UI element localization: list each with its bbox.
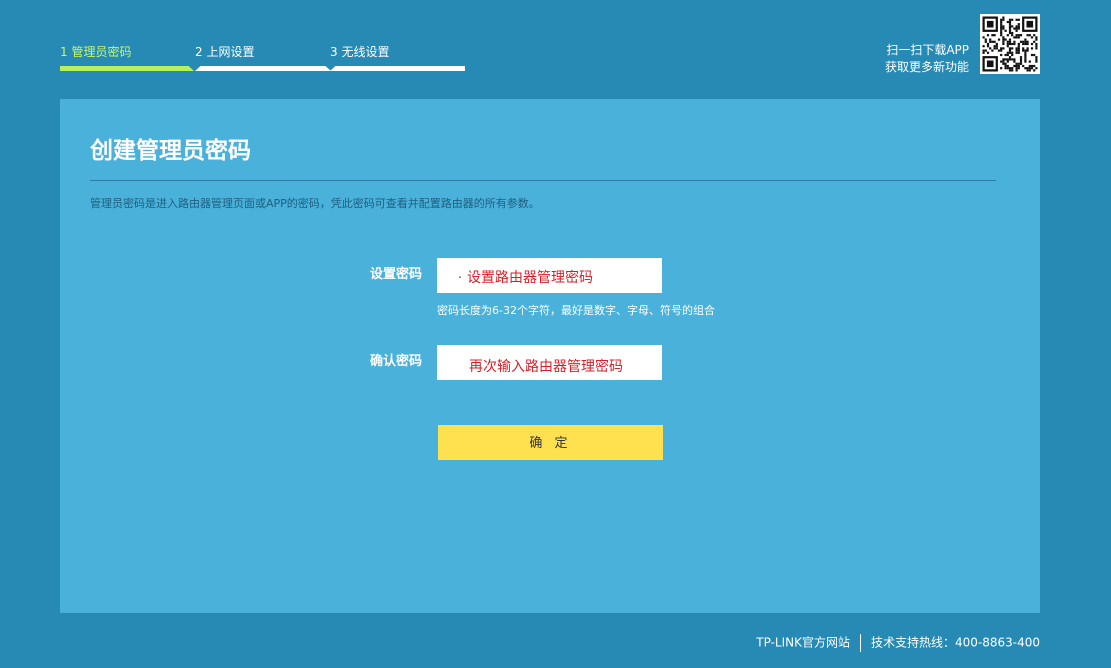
step-progress-bar — [195, 66, 331, 71]
step-internet-settings: 2 上网设置 — [195, 44, 331, 74]
footer: TP-LINK官方网站 技术支持热线：400-8863-400 — [756, 634, 1040, 652]
password-input[interactable]: . 设置路由器管理密码 — [437, 258, 662, 293]
cursor-dot: . — [458, 267, 462, 281]
password-placeholder: 设置路由器管理密码 — [467, 270, 593, 286]
step-label: 1 管理员密码 — [60, 45, 132, 59]
password-label: 设置密码 — [369, 267, 422, 282]
qr-code-icon — [980, 14, 1040, 74]
step-progress-bar — [60, 66, 194, 71]
step-wireless-settings: 3 无线设置 — [330, 44, 466, 74]
support-hotline: 技术支持热线：400-8863-400 — [870, 635, 1040, 650]
step-progress-bar — [330, 66, 465, 71]
confirm-password-label: 确认密码 — [369, 354, 422, 369]
step-label: 3 无线设置 — [330, 45, 390, 59]
app-download-line1: 扫一扫下载APP — [886, 43, 969, 57]
title-divider — [90, 180, 996, 181]
confirm-password-input[interactable]: 再次输入路由器管理密码 — [437, 345, 662, 380]
official-site-link[interactable]: TP-LINK官方网站 — [756, 636, 850, 650]
confirm-password-placeholder: 再次输入路由器管理密码 — [469, 359, 623, 375]
app-download-line2: 获取更多新功能 — [884, 60, 969, 74]
step-label: 2 上网设置 — [195, 45, 255, 59]
confirm-button[interactable]: 确 定 — [438, 425, 663, 460]
password-hint: 密码长度为6-32个字符，最好是数字、字母、符号的组合 — [437, 304, 715, 317]
main-panel: 创建管理员密码 管理员密码是进入路由器管理页面或APP的密码，凭此密码可查看并配… — [60, 99, 1040, 613]
page-title: 创建管理员密码 — [90, 138, 251, 164]
footer-divider — [859, 634, 861, 652]
page-description: 管理员密码是进入路由器管理页面或APP的密码，凭此密码可查看并配置路由器的所有参… — [90, 197, 540, 210]
step-admin-password: 1 管理员密码 — [60, 44, 196, 74]
app-download-text: 扫一扫下载APP 获取更多新功能 — [885, 42, 969, 76]
setup-steps: 1 管理员密码 2 上网设置 3 无线设置 — [60, 44, 480, 74]
